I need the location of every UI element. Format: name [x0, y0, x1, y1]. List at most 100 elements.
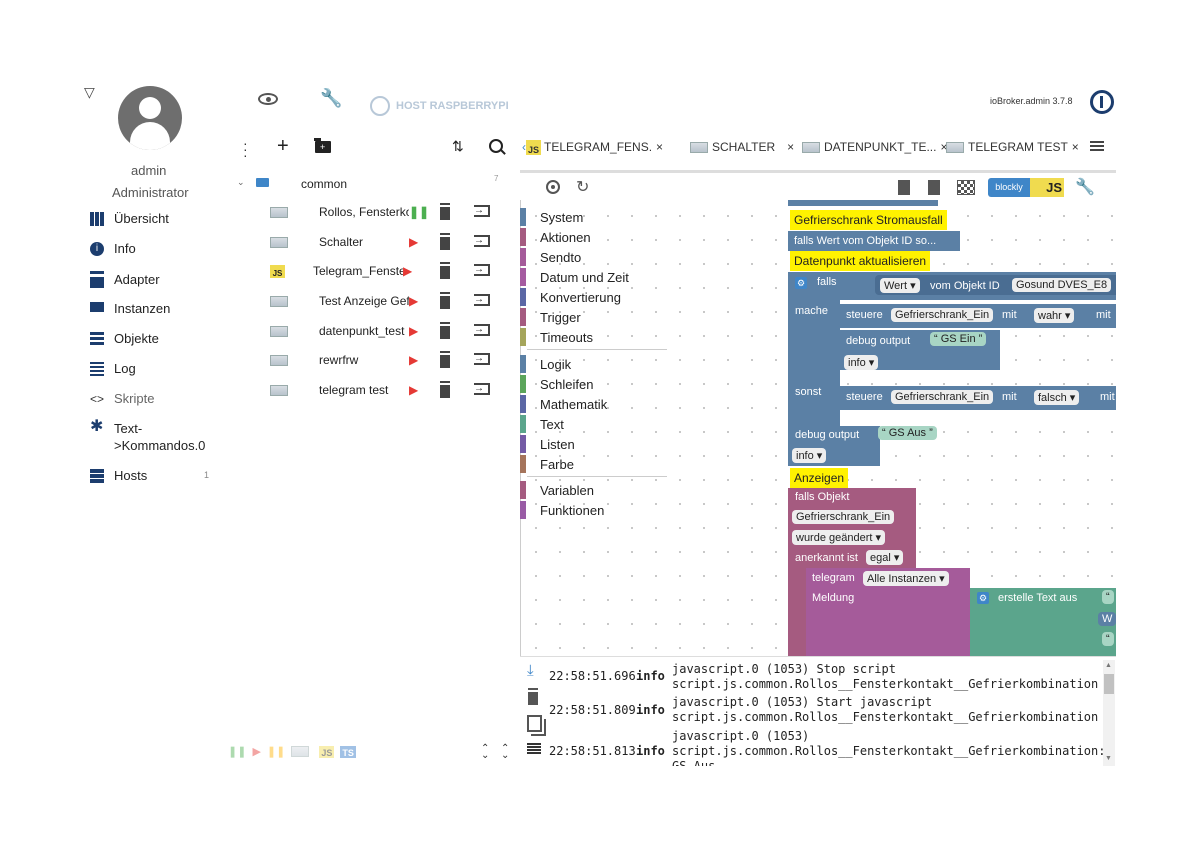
tab-datenpunkt[interactable]: DATENPUNKT_TE... ×	[802, 136, 947, 158]
pause-filter-icon[interactable]: ❚❚	[228, 745, 246, 758]
tab-telegram-test[interactable]: TELEGRAM TEST ×	[946, 136, 1079, 158]
log-scrollbar[interactable]: ▲ ▼	[1103, 660, 1115, 766]
export-icon[interactable]: →	[474, 383, 490, 395]
nav-info[interactable]: i Info	[90, 241, 136, 256]
more-vert-icon[interactable]: · · ·	[243, 136, 248, 162]
export-icon[interactable]: →	[474, 324, 490, 336]
play-icon[interactable]: ▶	[409, 383, 418, 397]
blockly-filter-icon[interactable]	[291, 746, 310, 757]
category-datum-zeit[interactable]: Datum und Zeit	[520, 268, 629, 286]
trigger-block[interactable]: falls Wert vom Objekt ID so...	[788, 231, 960, 251]
delete-icon[interactable]	[440, 205, 450, 220]
blockly-js-toggle[interactable]: blockly JS	[988, 178, 1064, 197]
tab-schalter[interactable]: SCHALTER ×	[690, 136, 794, 158]
close-icon[interactable]: ×	[1072, 140, 1079, 154]
category-konvertierung[interactable]: Konvertierung	[520, 288, 621, 306]
collapse-menu-icon[interactable]: ▽	[84, 84, 95, 101]
nav-skripte[interactable]: <> Skripte	[90, 391, 154, 406]
delete-icon[interactable]	[440, 353, 450, 368]
wrench-icon[interactable]: 🔧	[320, 88, 342, 109]
pause-log-icon[interactable]	[527, 743, 541, 754]
play-icon[interactable]: ▶	[403, 264, 412, 278]
export-icon[interactable]: →	[474, 353, 490, 365]
nav-adapter[interactable]: Adapter	[90, 271, 160, 288]
state-field[interactable]: Gefrierschrank_Ein	[891, 390, 994, 404]
folder-expand-icon[interactable]: ⌄	[237, 177, 245, 188]
nav-hosts[interactable]: Hosts	[90, 468, 147, 483]
value-dropdown[interactable]: wahr ▾	[1034, 308, 1075, 323]
play-icon[interactable]: ▶	[409, 353, 418, 367]
collapse-all-icon[interactable]: ⌃ ⌄	[481, 744, 489, 761]
ack-dropdown[interactable]: egal ▾	[866, 550, 904, 565]
comment-block[interactable]: Datenpunkt aktualisieren	[790, 251, 931, 271]
close-icon[interactable]: ×	[656, 140, 663, 154]
tree-item[interactable]: rewrfrw ▶	[270, 346, 500, 374]
text-value-block[interactable]: “ GS Ein ”	[930, 332, 987, 346]
add-icon[interactable]: +	[277, 135, 289, 158]
play-icon[interactable]: ▶	[409, 324, 418, 338]
tabs-menu-icon[interactable]	[1090, 141, 1104, 151]
wert-dropdown[interactable]: Wert ▾	[880, 278, 920, 293]
check-flag-icon[interactable]	[957, 180, 975, 195]
state-field[interactable]: Gefrierschrank_Ein	[792, 510, 895, 524]
expand-all-icon[interactable]: ⌃ ⌄	[501, 744, 509, 761]
category-logik[interactable]: Logik	[520, 355, 571, 373]
delete-icon[interactable]	[440, 294, 450, 309]
category-funktionen[interactable]: Funktionen	[520, 501, 604, 519]
category-text[interactable]: Text	[520, 415, 564, 433]
delete-icon[interactable]	[440, 324, 450, 339]
nav-objekte[interactable]: Objekte	[90, 331, 159, 346]
nav-text-kommandos[interactable]: ✱ Text- >Kommandos.0	[90, 419, 205, 454]
delete-icon[interactable]	[440, 264, 450, 279]
nav-log[interactable]: Log	[90, 361, 136, 376]
play-filter-icon[interactable]: ▶	[252, 745, 260, 758]
comment-block[interactable]: Anzeigen	[790, 468, 849, 488]
tree-item[interactable]: Test Anzeige Gefrierschrank ▶	[270, 287, 500, 315]
category-mathematik[interactable]: Mathematik	[520, 395, 607, 413]
nav-instanzen[interactable]: Instanzen	[90, 301, 170, 316]
js-filter-icon[interactable]: JS	[319, 745, 335, 758]
folder-name[interactable]: common	[301, 177, 347, 191]
close-icon[interactable]: ×	[787, 140, 794, 154]
change-dropdown[interactable]: wurde geändert ▾	[792, 530, 886, 545]
ts-filter-icon[interactable]: TS	[340, 745, 356, 758]
clear-log-icon[interactable]	[528, 690, 538, 705]
category-trigger[interactable]: Trigger	[520, 308, 581, 326]
export-icon[interactable]: →	[474, 294, 490, 306]
play-icon[interactable]: ▶	[409, 294, 418, 308]
tree-item[interactable]: Schalter ▶	[270, 228, 500, 256]
export-icon[interactable]: →	[474, 205, 490, 217]
gear-icon[interactable]: ⚙	[795, 277, 807, 289]
level-dropdown[interactable]: info ▾	[792, 448, 827, 463]
variable-block[interactable]: W	[1098, 612, 1116, 626]
refresh-icon[interactable]: ↻	[576, 177, 589, 197]
add-folder-icon[interactable]: +	[314, 138, 331, 153]
export-blocks-icon[interactable]	[898, 180, 910, 195]
category-system[interactable]: System	[520, 208, 583, 226]
text-value-block[interactable]: “	[1102, 632, 1114, 646]
tree-item[interactable]: JS Telegram_Fenster ▶	[270, 257, 500, 285]
tree-item[interactable]: datenpunkt_test ▶	[270, 317, 500, 345]
tree-item[interactable]: telegram test ▶	[270, 376, 500, 404]
settings-wrench-icon[interactable]: 🔧	[1075, 177, 1095, 197]
target-icon[interactable]	[546, 180, 560, 194]
host-label[interactable]: HOST RASPBERRYPI	[396, 100, 509, 112]
tab-telegram-fens[interactable]: ‹ JS TELEGRAM_FENS. ×	[522, 136, 663, 158]
export-icon[interactable]: →	[474, 264, 490, 276]
category-farbe[interactable]: Farbe	[520, 455, 574, 473]
category-aktionen[interactable]: Aktionen	[520, 228, 591, 246]
eye-icon[interactable]	[258, 93, 278, 105]
category-variablen[interactable]: Variablen	[520, 481, 594, 499]
level-dropdown[interactable]: info ▾	[844, 355, 879, 370]
delete-icon[interactable]	[440, 235, 450, 250]
object-id-field[interactable]: Gosund DVES_E8	[1012, 278, 1112, 292]
text-value-block[interactable]: “	[1102, 590, 1114, 604]
partial-block[interactable]	[788, 200, 938, 206]
gear-icon[interactable]: ⚙	[977, 592, 989, 604]
paused-filter-icon[interactable]: ❚❚	[267, 745, 285, 758]
category-schleifen[interactable]: Schleifen	[520, 375, 593, 393]
pause-icon[interactable]: ❚❚	[409, 205, 429, 219]
play-icon[interactable]: ▶	[409, 235, 418, 249]
text-value-block[interactable]: “ GS Aus ”	[878, 426, 937, 440]
category-timeouts[interactable]: Timeouts	[520, 328, 593, 346]
